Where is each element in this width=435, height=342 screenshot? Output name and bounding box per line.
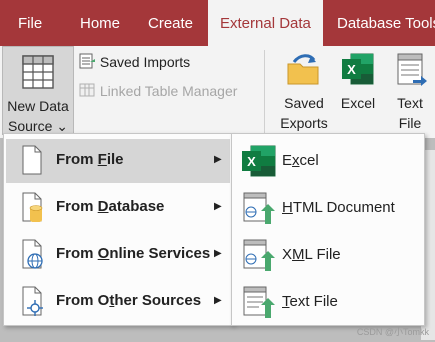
submenu-item-text-file[interactable]: Text File bbox=[234, 280, 420, 324]
submenu-item-label: Text File bbox=[282, 293, 338, 310]
file-icon bbox=[22, 145, 42, 175]
svg-text:X: X bbox=[247, 154, 256, 169]
linked-table-manager-label: Linked Table Manager bbox=[99, 83, 238, 99]
database-file-icon bbox=[22, 192, 43, 222]
linked-table-manager-button[interactable]: Linked Table Manager bbox=[78, 81, 237, 99]
new-data-source-label-1: New Data bbox=[7, 98, 69, 114]
saved-imports-icon bbox=[79, 53, 95, 69]
tab-create[interactable]: Create bbox=[148, 0, 193, 46]
tab-database-tools[interactable]: Database Tools bbox=[337, 0, 435, 46]
network-file-icon bbox=[22, 286, 43, 316]
from-file-submenu: X Excel HTML Document XML File Text File bbox=[231, 133, 425, 326]
new-data-source-menu: From File ▶ From Database ▶ From Online … bbox=[3, 133, 233, 326]
svg-text:X: X bbox=[347, 62, 356, 77]
linked-table-icon bbox=[79, 83, 95, 97]
text-import-icon bbox=[243, 286, 275, 318]
menu-item-from-online-services[interactable]: From Online Services ▶ bbox=[6, 233, 230, 277]
submenu-item-label: Excel bbox=[282, 152, 319, 169]
new-data-source-button[interactable]: New Data Source ⌄ bbox=[2, 46, 74, 135]
xml-import-icon bbox=[243, 239, 275, 271]
html-import-icon bbox=[243, 192, 275, 224]
tab-file[interactable]: File bbox=[18, 0, 42, 46]
watermark: CSDN @小Tomkk bbox=[356, 327, 429, 337]
menu-item-label: From Database bbox=[56, 198, 165, 215]
menu-item-from-database[interactable]: From Database ▶ bbox=[6, 186, 230, 230]
saved-imports-button[interactable]: Saved Imports bbox=[78, 52, 190, 70]
submenu-item-excel[interactable]: X Excel bbox=[234, 139, 420, 183]
ribbon-tab-bar: File Home Create External Data Database … bbox=[0, 0, 435, 46]
export-text-file-label-2: File bbox=[398, 115, 422, 131]
tab-home[interactable]: Home bbox=[80, 0, 120, 46]
saved-exports-icon bbox=[287, 54, 319, 85]
chevron-right-icon: ▶ bbox=[214, 201, 222, 212]
export-excel-button[interactable]: X Excel bbox=[337, 50, 379, 113]
menu-item-from-file[interactable]: From File ▶ bbox=[6, 139, 230, 183]
submenu-item-xml-file[interactable]: XML File bbox=[234, 233, 420, 277]
menu-item-from-other-sources[interactable]: From Other Sources ▶ bbox=[6, 280, 230, 324]
chevron-down-icon: ⌄ bbox=[56, 118, 68, 134]
excel-icon: X bbox=[242, 145, 276, 177]
chevron-right-icon: ▶ bbox=[214, 295, 222, 306]
text-file-icon bbox=[397, 53, 427, 86]
table-icon bbox=[22, 55, 54, 89]
menu-item-label: From File bbox=[56, 151, 124, 168]
export-text-file-label-1: Text bbox=[397, 95, 423, 111]
chevron-right-icon: ▶ bbox=[214, 154, 222, 165]
saved-exports-button[interactable]: Saved Exports bbox=[276, 50, 332, 133]
saved-imports-label: Saved Imports bbox=[99, 54, 191, 70]
ribbon-divider bbox=[264, 50, 265, 134]
chevron-right-icon: ▶ bbox=[214, 248, 222, 259]
menu-item-label: From Other Sources bbox=[56, 292, 202, 309]
menu-item-label: From Online Services bbox=[56, 245, 211, 262]
submenu-item-label: XML File bbox=[282, 246, 341, 263]
export-text-file-button[interactable]: Text File bbox=[388, 50, 432, 133]
globe-file-icon bbox=[22, 239, 43, 269]
saved-exports-label-1: Saved bbox=[284, 95, 324, 111]
export-excel-label: Excel bbox=[340, 95, 376, 111]
submenu-item-html-document[interactable]: HTML Document bbox=[234, 186, 420, 230]
submenu-item-label: HTML Document bbox=[282, 199, 395, 216]
saved-exports-label-2: Exports bbox=[280, 115, 328, 131]
tab-external-data[interactable]: External Data bbox=[208, 0, 323, 46]
excel-icon: X bbox=[342, 53, 374, 85]
